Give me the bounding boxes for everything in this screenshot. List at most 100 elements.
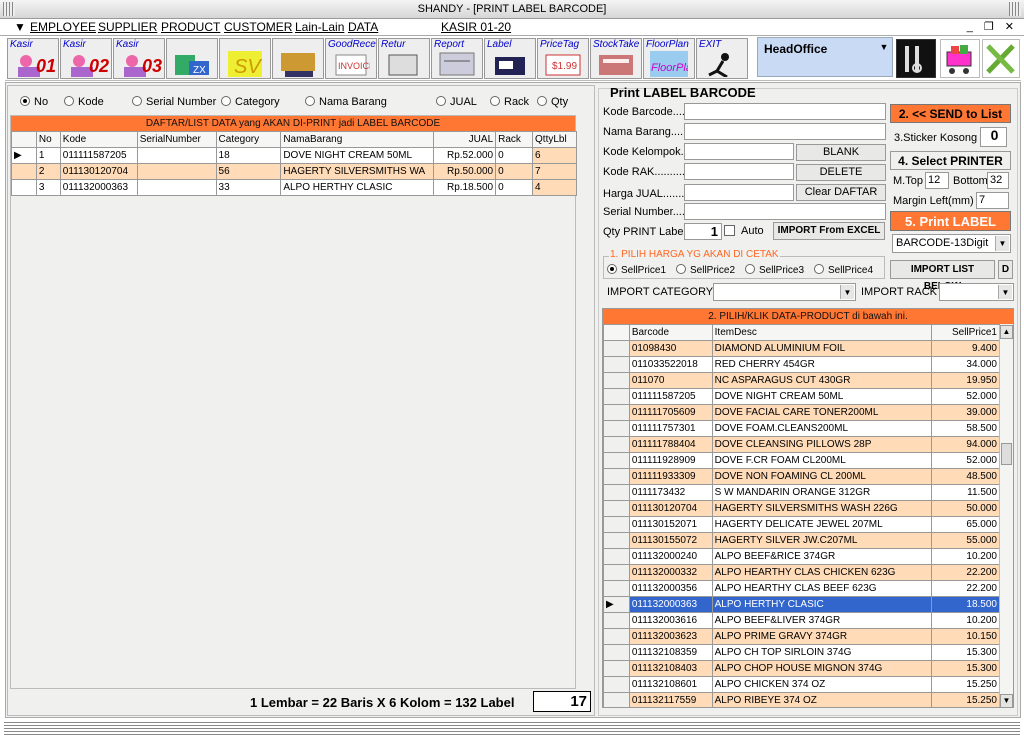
cart-icon[interactable]: [940, 39, 980, 78]
col-nama-barang[interactable]: NamaBarang: [280, 131, 435, 148]
scroll-up-icon[interactable]: ▲: [1000, 325, 1013, 339]
col-sellprice1[interactable]: SellPrice1: [931, 324, 1000, 341]
toolbar-button-floorplan[interactable]: FloorPlan FloorPlan: [643, 38, 695, 79]
product-row[interactable]: 011130120704 HAGERTY SILVERSMITHS WASH 22…: [603, 500, 1000, 517]
select-printer-button[interactable]: 4. Select PRINTER: [890, 151, 1011, 170]
radio-sellprice4[interactable]: SellPrice4: [814, 264, 873, 276]
product-row[interactable]: 011132000356 ALPO HEARTHY CLAS BEEF 623G 2…: [603, 580, 1000, 597]
toolbar-button-stocktake[interactable]: StockTake: [590, 38, 642, 79]
radio-category[interactable]: Category: [221, 96, 280, 108]
toolbar-button-kasir-01[interactable]: Kasir 01: [7, 38, 59, 79]
print-label-button[interactable]: 5. Print LABEL: [890, 211, 1011, 231]
toolbar-button-sv[interactable]: SV: [219, 38, 271, 79]
menu-product[interactable]: PRODUCT: [161, 19, 220, 35]
col-category[interactable]: Category: [215, 131, 282, 148]
table-row[interactable]: 3 011132000363 33 ALPO HERTHY CLASIC Rp.18.5…: [11, 179, 577, 196]
radio-serial-number[interactable]: Serial Number: [132, 96, 216, 108]
toolbar-button-pricetag[interactable]: $1.99 PriceTag: [537, 38, 589, 79]
blank-button[interactable]: BLANK: [796, 144, 886, 161]
settings-tools-icon[interactable]: [982, 39, 1020, 78]
product-row[interactable]: 011130152071 HAGERTY DELICATE JEWEL 207ML…: [603, 516, 1000, 533]
menu-customer[interactable]: CUSTOMER: [224, 19, 292, 35]
menu-lain-lain[interactable]: Lain-Lain: [295, 19, 344, 35]
chevron-down-icon[interactable]: ▼: [840, 285, 854, 299]
product-row[interactable]: 011132003616 ALPO BEEF&LIVER 374GR 10.200: [603, 612, 1000, 629]
radio-sellprice3[interactable]: SellPrice3: [745, 264, 804, 276]
toolbar-button-goodreceived[interactable]: INVOICE GoodReceived: [325, 38, 377, 79]
window-controls[interactable]: _ ❐ ✕: [967, 19, 1018, 35]
chevron-down-icon[interactable]: ▼: [995, 236, 1009, 251]
product-row[interactable]: 011111788404 DOVE CLEANSING PILLOWS 28P 94…: [603, 436, 1000, 453]
product-row[interactable]: 011070 NC ASPARAGUS CUT 430GR 19.950: [603, 372, 1000, 389]
kode-rak-input[interactable]: [684, 163, 794, 180]
product-row[interactable]: 011111928909 DOVE F.CR FOAM CL200ML 52.000: [603, 452, 1000, 469]
menu-kasir[interactable]: KASIR 01-20: [441, 19, 511, 35]
radio-no[interactable]: No: [20, 96, 48, 108]
col-barcode[interactable]: Barcode: [628, 324, 713, 341]
product-row[interactable]: 011130155072 HAGERTY SILVER JW.C207ML 55.0…: [603, 532, 1000, 549]
menu-data[interactable]: DATA: [348, 19, 378, 35]
send-to-list-button[interactable]: 2. << SEND to List: [890, 104, 1011, 123]
menu-dropdown-icon[interactable]: ▼: [14, 19, 26, 35]
barcode-type-select[interactable]: BARCODE-13Digit ▼: [892, 234, 1011, 253]
qty-print-input[interactable]: 1: [684, 223, 722, 240]
product-row[interactable]: 0111173432 S W MANDARIN ORANGE 312GR 11.50…: [603, 484, 1000, 501]
toolbar-button-label[interactable]: Label: [484, 38, 536, 79]
import-category-select[interactable]: ▼: [713, 283, 856, 301]
delete-button[interactable]: DELETE: [796, 164, 886, 181]
toolbar-button-exit[interactable]: EXIT: [696, 38, 748, 79]
scroll-thumb[interactable]: [1001, 443, 1012, 465]
toolbar-button-product[interactable]: [272, 38, 324, 79]
import-rack-select[interactable]: ▼: [939, 283, 1014, 301]
import-list-below-button[interactable]: IMPORT LIST BELOW: [890, 260, 995, 292]
kode-kelompok-input[interactable]: [684, 143, 794, 160]
product-row[interactable]: 011132108359 ALPO CH TOP SIRLOIN 374G 15.3…: [603, 644, 1000, 661]
col-rack[interactable]: Rack: [495, 131, 534, 148]
product-row[interactable]: 011111705609 DOVE FACIAL CARE TONER200ML 3…: [603, 404, 1000, 421]
sticker-kosong-input[interactable]: 0: [980, 127, 1007, 147]
mtop-input[interactable]: 12: [925, 172, 949, 189]
radio-rack[interactable]: Rack: [490, 96, 529, 108]
radio-jual[interactable]: JUAL: [436, 96, 477, 108]
menu-employee[interactable]: EMPLOYEE: [30, 19, 96, 35]
product-row[interactable]: 011132000240 ALPO BEEF&RICE 374GR 10.200: [603, 548, 1000, 565]
clear-daftar-button[interactable]: Clear DAFTAR: [796, 184, 886, 201]
chevron-down-icon[interactable]: ▼: [878, 42, 890, 54]
auto-checkbox[interactable]: [724, 225, 735, 236]
toolbar-button-kasir-02[interactable]: Kasir 02: [60, 38, 112, 79]
scroll-down-icon[interactable]: ▼: [1000, 694, 1013, 707]
import-excel-button[interactable]: IMPORT From EXCEL: [773, 222, 885, 240]
menu-supplier[interactable]: SUPPLIER: [98, 19, 157, 35]
product-row[interactable]: 011132000332 ALPO HEARTHY CLAS CHICKEN 62…: [603, 564, 1000, 581]
product-row[interactable]: ▶ 011132000363 ALPO HERTHY CLASIC 18.500: [603, 596, 1000, 613]
tools-icon[interactable]: [896, 39, 936, 78]
radio-nama-barang[interactable]: Nama Barang: [305, 96, 387, 108]
product-row[interactable]: 011132117559 ALPO RIBEYE 374 OZ 15.250: [603, 692, 1000, 707]
table-row[interactable]: 2 011130120704 56 HAGERTY SILVERSMITHS WA Rp…: [11, 163, 577, 180]
radio-qty[interactable]: Qty: [537, 96, 568, 108]
serial-number-input[interactable]: [684, 203, 886, 220]
radio-kode[interactable]: Kode: [64, 96, 104, 108]
nama-barang-input[interactable]: [684, 123, 886, 140]
col-qtty-lbl[interactable]: QttyLbl: [532, 131, 577, 148]
harga-jual-input[interactable]: [684, 184, 794, 201]
radio-sellprice1[interactable]: SellPrice1: [607, 264, 666, 276]
product-row[interactable]: 011111587205 DOVE NIGHT CREAM 50ML 52.000: [603, 388, 1000, 405]
col-serial-number[interactable]: SerialNumber: [136, 131, 217, 148]
col-no[interactable]: No: [35, 131, 61, 148]
product-row[interactable]: 011132108403 ALPO CHOP HOUSE MIGNON 374G 1…: [603, 660, 1000, 677]
table-row[interactable]: ▶ 1 011111587205 18 DOVE NIGHT CREAM 50ML Rp.…: [11, 147, 577, 164]
product-row[interactable]: 011132108601 ALPO CHICKEN 374 OZ 15.250: [603, 676, 1000, 693]
product-scrollbar[interactable]: ▲ ▼: [999, 325, 1013, 707]
product-row[interactable]: 011033522018 RED CHERRY 454GR 34.000: [603, 356, 1000, 373]
bottom-input[interactable]: 32: [987, 172, 1009, 189]
col-item-desc[interactable]: ItemDesc: [711, 324, 933, 341]
product-row[interactable]: 011111933309 DOVE NON FOAMING CL 200ML 48.…: [603, 468, 1000, 485]
radio-sellprice2[interactable]: SellPrice2: [676, 264, 735, 276]
toolbar-button-retur[interactable]: Retur: [378, 38, 430, 79]
d-button[interactable]: D: [998, 260, 1013, 279]
toolbar-button-report-zx[interactable]: ZX: [166, 38, 218, 79]
col-kode[interactable]: Kode: [59, 131, 138, 148]
margin-left-input[interactable]: 7: [976, 192, 1009, 209]
kode-barcode-input[interactable]: [684, 103, 886, 120]
